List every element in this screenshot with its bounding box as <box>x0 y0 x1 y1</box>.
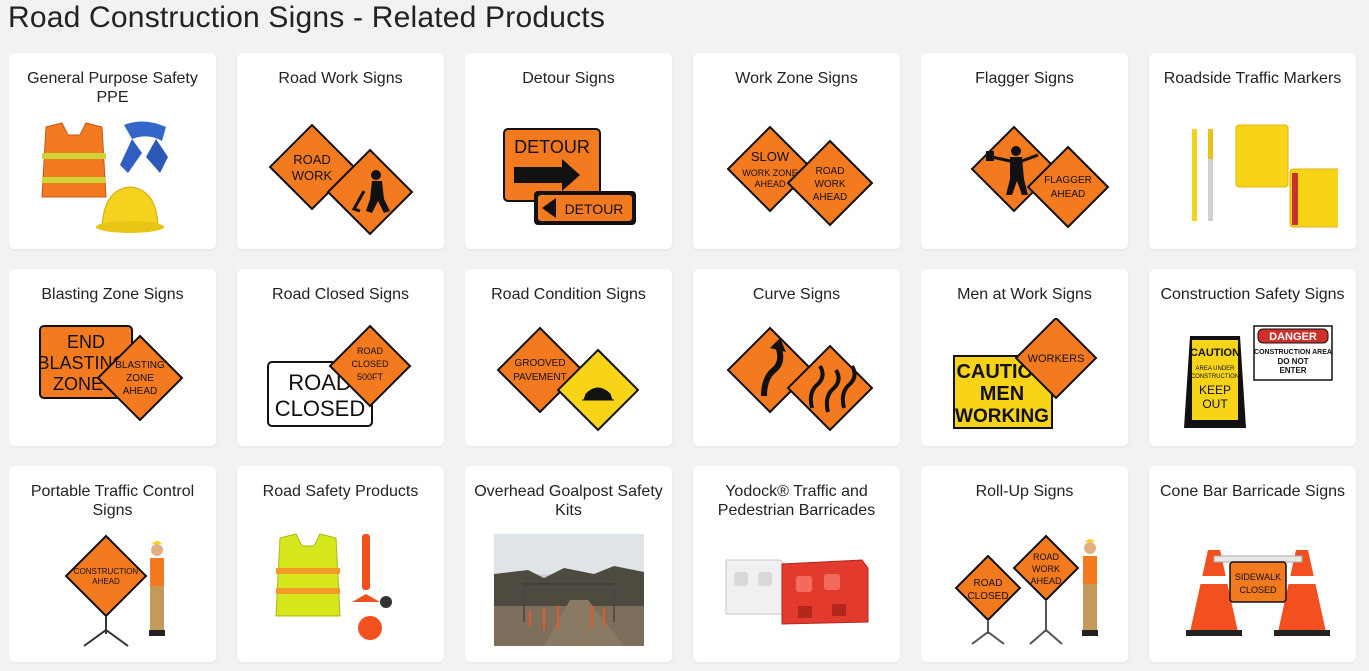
sign-text: DANGER <box>1269 331 1317 343</box>
roadside-markers-image <box>1192 124 1338 228</box>
product-card-curve-signs[interactable]: Curve Signs <box>693 269 900 446</box>
sign-text: AHEAD <box>92 577 120 586</box>
sign-text: DETOUR <box>565 201 624 217</box>
sign-text: CAUTION <box>1190 347 1240 359</box>
sign-text: SLOW <box>751 149 790 164</box>
product-title: Roadside Traffic Markers <box>1163 70 1342 87</box>
goalpost-photo <box>494 534 644 646</box>
sign-text: AHEAD <box>754 179 786 189</box>
product-card-roll-up-signs[interactable]: Roll-Up Signs ROAD CLOSED ROAD WORK AHEA… <box>921 466 1128 662</box>
sign-text: DO NOT <box>1277 357 1308 366</box>
road-condition-sign-image: GROOVED PAVEMENT <box>496 326 640 432</box>
sign-text: CLOSED <box>1239 585 1277 595</box>
sign-text: AHEAD <box>123 386 157 397</box>
sign-text: ENTER <box>1279 366 1306 375</box>
sign-text: CONSTRUCTION <box>74 567 139 576</box>
product-title: Yodock® Traffic and Pedestrian Barricade… <box>717 483 876 519</box>
product-card-road-condition-signs[interactable]: Road Condition Signs GROOVED PAVEMENT <box>465 269 672 446</box>
sign-text: WORKING <box>955 406 1049 427</box>
sign-text: WORK ZONE <box>742 168 798 178</box>
sign-text: ROAD <box>1033 552 1060 562</box>
yodock-barricade-image <box>725 559 869 625</box>
product-card-road-safety-products[interactable]: Road Safety Products <box>237 466 444 662</box>
product-title: Cone Bar Barricade Signs <box>1160 483 1345 500</box>
product-title: Road Safety Products <box>262 483 419 500</box>
cone-bar-barricade-image: SIDEWALK CLOSED <box>1186 550 1330 636</box>
product-card-work-zone-signs[interactable]: Work Zone Signs SLOW WORK ZONE AHEAD ROA… <box>693 53 900 249</box>
product-card-blasting-zone-signs[interactable]: Blasting Zone Signs END BLASTING ZONE BL… <box>9 269 216 446</box>
road-safety-products-image <box>275 533 392 640</box>
product-card-flagger-signs[interactable]: Flagger Signs FLAGGER AHEAD <box>921 53 1128 249</box>
sign-text: AHEAD <box>1051 189 1085 200</box>
sign-text: BLASTING <box>115 360 165 371</box>
product-title: Work Zone Signs <box>735 70 858 87</box>
flagger-sign-image: FLAGGER AHEAD <box>970 125 1110 229</box>
sign-text: DETOUR <box>514 137 590 157</box>
sign-text: WORK <box>814 179 845 190</box>
sign-text: AHEAD <box>813 192 847 203</box>
product-card-cone-bar-barricade-signs[interactable]: Cone Bar Barricade Signs SIDEWALK CLOSED <box>1149 466 1356 662</box>
portable-traffic-sign-image: CONSTRUCTION AHEAD <box>64 534 165 647</box>
product-card-ppe[interactable]: General Purpose Safety PPE <box>9 53 216 249</box>
sign-text: CLOSED <box>351 359 389 369</box>
construction-safety-sign-image: CAUTION AREA UNDER CONSTRUCTION KEEP OUT… <box>1184 325 1333 428</box>
product-card-construction-safety-signs[interactable]: Construction Safety Signs CAUTION AREA U… <box>1149 269 1356 446</box>
product-card-overhead-goalpost-safety-kits[interactable]: Overhead Goalpost Safety Kits <box>465 466 672 662</box>
sign-text: ROAD <box>974 578 1003 589</box>
sign-text: OUT <box>1202 397 1228 411</box>
product-title: Roll-Up Signs <box>975 483 1074 500</box>
sign-text: FLAGGER <box>1044 175 1092 186</box>
road-work-sign-image: ROAD WORK <box>268 123 414 236</box>
page-title: Road Construction Signs - Related Produc… <box>8 1 606 34</box>
product-card-men-at-work-signs[interactable]: Men at Work Signs CAUTION MEN WORKING WO… <box>921 269 1128 446</box>
sign-text: ZONE <box>53 374 103 394</box>
sign-text: KEEP <box>1199 383 1231 397</box>
sign-text: WORKERS <box>1028 353 1085 365</box>
sign-text: AREA UNDER <box>1195 366 1235 372</box>
product-title: Detour Signs <box>522 70 615 87</box>
sign-text: AHEAD <box>1030 576 1062 586</box>
blasting-zone-sign-image: END BLASTING ZONE BLASTING ZONE AHEAD <box>37 325 184 422</box>
sign-text: WORK <box>1032 564 1060 574</box>
sign-text: CONSTRUCTION AREA <box>1254 349 1332 356</box>
road-closed-sign-image: ROAD CLOSED ROAD CLOSED 500FT <box>267 324 412 427</box>
curve-sign-image <box>726 326 874 432</box>
product-card-road-work-signs[interactable]: Road Work Signs ROAD WORK <box>237 53 444 249</box>
men-at-work-sign-image: CAUTION MEN WORKING WORKERS <box>953 318 1098 429</box>
product-card-road-closed-signs[interactable]: Road Closed Signs ROAD CLOSED ROAD CLOSE… <box>237 269 444 446</box>
sign-text: GROOVED <box>514 358 565 369</box>
detour-sign-image: DETOUR DETOUR <box>503 128 636 225</box>
product-title: Overhead Goalpost Safety Kits <box>474 483 663 519</box>
product-title: Portable Traffic Control Signs <box>30 483 195 519</box>
product-title: General Purpose Safety PPE <box>27 70 198 106</box>
ppe-image <box>41 121 168 233</box>
sign-text: CLOSED <box>967 591 1008 602</box>
sign-text: 500FT <box>357 372 384 382</box>
roll-up-sign-image: ROAD CLOSED ROAD WORK AHEAD <box>954 534 1098 645</box>
product-card-portable-traffic-control-signs[interactable]: Portable Traffic Control Signs CONSTRUCT… <box>9 466 216 662</box>
sign-text: PAVEMENT <box>513 372 567 383</box>
sign-text: ROAD <box>357 346 384 356</box>
sign-text: CLOSED <box>275 396 365 421</box>
product-title: Road Work Signs <box>278 70 403 87</box>
sign-text: SIDEWALK <box>1235 572 1281 582</box>
sign-text: ZONE <box>126 373 154 384</box>
sign-text: WORK <box>292 168 333 183</box>
sign-text: MEN <box>980 383 1024 405</box>
product-grid: General Purpose Safety PPE Road Work Sig… <box>9 53 1356 662</box>
sign-text: END <box>67 332 105 352</box>
work-zone-sign-image: SLOW WORK ZONE AHEAD ROAD WORK AHEAD <box>726 125 874 227</box>
product-card-detour-signs[interactable]: Detour Signs DETOUR DETOUR <box>465 53 672 249</box>
sign-text: ROAD <box>293 152 331 167</box>
sign-text: ROAD <box>816 166 845 177</box>
product-title: Flagger Signs <box>975 70 1074 87</box>
sign-text: CONSTRUCTION <box>1191 374 1239 380</box>
product-card-roadside-traffic-markers[interactable]: Roadside Traffic Markers <box>1149 53 1356 249</box>
product-card-yodock-barricades[interactable]: Yodock® Traffic and Pedestrian Barricade… <box>693 466 900 662</box>
